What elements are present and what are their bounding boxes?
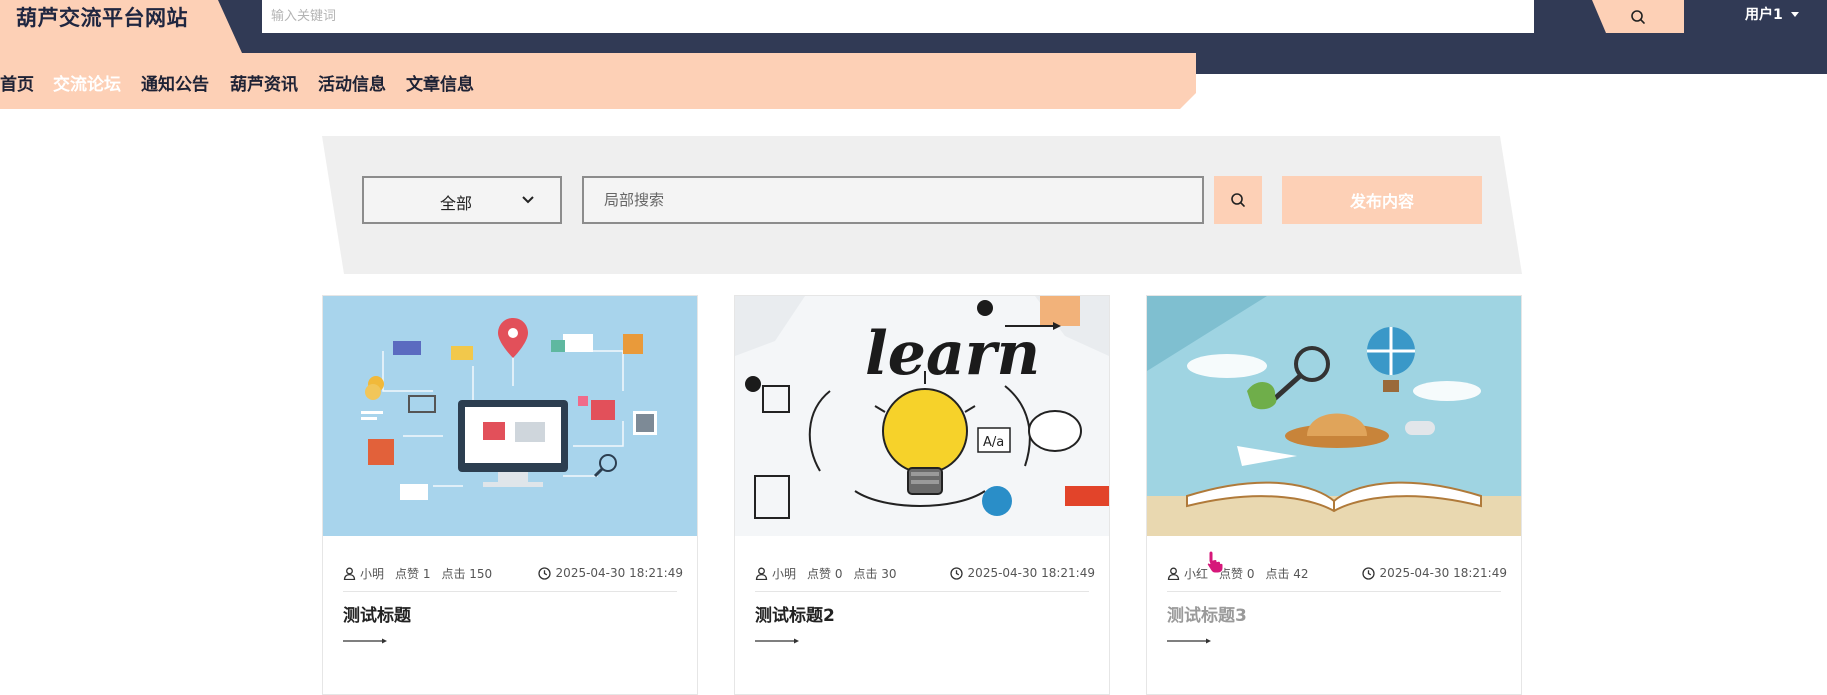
post-title[interactable]: 测试标题: [343, 601, 411, 626]
user-icon: [1167, 567, 1180, 580]
site-title[interactable]: 葫芦交流平台网站: [16, 2, 188, 32]
user-icon: [343, 567, 356, 580]
post-card[interactable]: learn A/a 小明 点赞 0 点击 30 2025-04-30 18:21…: [734, 295, 1110, 695]
post-meta: 小明 点赞 1 点击 150 2025-04-30 18:21:49: [343, 563, 683, 583]
clock-icon: [1361, 566, 1375, 580]
post-likes: 点赞 0: [1219, 566, 1255, 581]
divider: [343, 591, 677, 592]
post-author: 小红: [1167, 565, 1208, 582]
publish-button[interactable]: 发布内容: [1282, 176, 1482, 224]
arrow-right-icon[interactable]: [1167, 637, 1211, 645]
global-search-input[interactable]: [262, 0, 1534, 33]
nav-item-notices[interactable]: 通知公告: [141, 70, 209, 95]
global-search-button[interactable]: [1592, 0, 1684, 33]
post-clicks: 点击 42: [1265, 566, 1309, 581]
post-author: 小明: [343, 565, 384, 582]
post-title[interactable]: 测试标题2: [755, 601, 835, 626]
post-time: 2025-04-30 18:21:49: [555, 566, 683, 580]
post-time: 2025-04-30 18:21:49: [1379, 566, 1507, 580]
main-nav: 首页 交流论坛 通知公告 葫芦资讯 活动信息 文章信息: [0, 53, 1196, 109]
nav-item-home[interactable]: 首页: [0, 70, 34, 95]
post-image[interactable]: [1147, 296, 1521, 536]
open-book-travel-illustration: [1147, 296, 1521, 536]
post-likes: 点赞 0: [807, 566, 843, 581]
divider: [1167, 591, 1501, 592]
local-search-button[interactable]: [1214, 176, 1262, 224]
user-menu[interactable]: 用户1: [1745, 4, 1799, 24]
post-card[interactable]: 小明 点赞 1 点击 150 2025-04-30 18:21:49 测试标题: [322, 295, 698, 695]
nav-item-articles[interactable]: 文章信息: [406, 70, 474, 95]
ecommerce-computer-illustration: [323, 296, 697, 536]
hand-cursor-icon: [1206, 550, 1224, 574]
post-clicks: 点击 30: [853, 566, 897, 581]
user-icon: [755, 567, 768, 580]
arrow-right-icon[interactable]: [755, 637, 799, 645]
arrow-right-icon[interactable]: [343, 637, 387, 645]
post-likes: 点赞 1: [395, 566, 431, 581]
clock-icon: [537, 566, 551, 580]
post-author-name: 小红: [1184, 566, 1209, 581]
search-icon: [1231, 193, 1245, 207]
caret-down-icon: [1790, 11, 1799, 17]
post-title[interactable]: 测试标题3: [1167, 601, 1247, 626]
user-name: 用户1: [1745, 7, 1783, 23]
post-author-name: 小明: [360, 566, 385, 581]
local-search-input[interactable]: [582, 176, 1204, 224]
learn-lightbulb-illustration: learn A/a: [735, 296, 1109, 536]
clock-icon: [949, 566, 963, 580]
category-select-value: 全部: [440, 194, 473, 213]
post-meta: 小明 点赞 0 点击 30 2025-04-30 18:21:49: [755, 563, 1095, 583]
svg-text:A/a: A/a: [983, 435, 1004, 450]
post-clicks: 点击 150: [441, 566, 493, 581]
divider: [755, 591, 1089, 592]
post-author: 小明: [755, 565, 796, 582]
post-card[interactable]: 小红 点赞 0 点击 42 2025-04-30 18:21:49 测试标题3: [1146, 295, 1522, 695]
nav-item-news[interactable]: 葫芦资讯: [230, 70, 298, 95]
chevron-down-icon: [522, 196, 534, 204]
post-time: 2025-04-30 18:21:49: [967, 566, 1095, 580]
category-select[interactable]: 全部: [362, 176, 562, 224]
svg-text:learn: learn: [865, 319, 1040, 389]
search-icon: [1631, 9, 1645, 24]
post-image[interactable]: learn A/a: [735, 296, 1109, 536]
nav-item-activities[interactable]: 活动信息: [318, 70, 386, 95]
nav-item-forum[interactable]: 交流论坛: [53, 70, 121, 95]
post-author-name: 小明: [772, 566, 797, 581]
post-image[interactable]: [323, 296, 697, 536]
